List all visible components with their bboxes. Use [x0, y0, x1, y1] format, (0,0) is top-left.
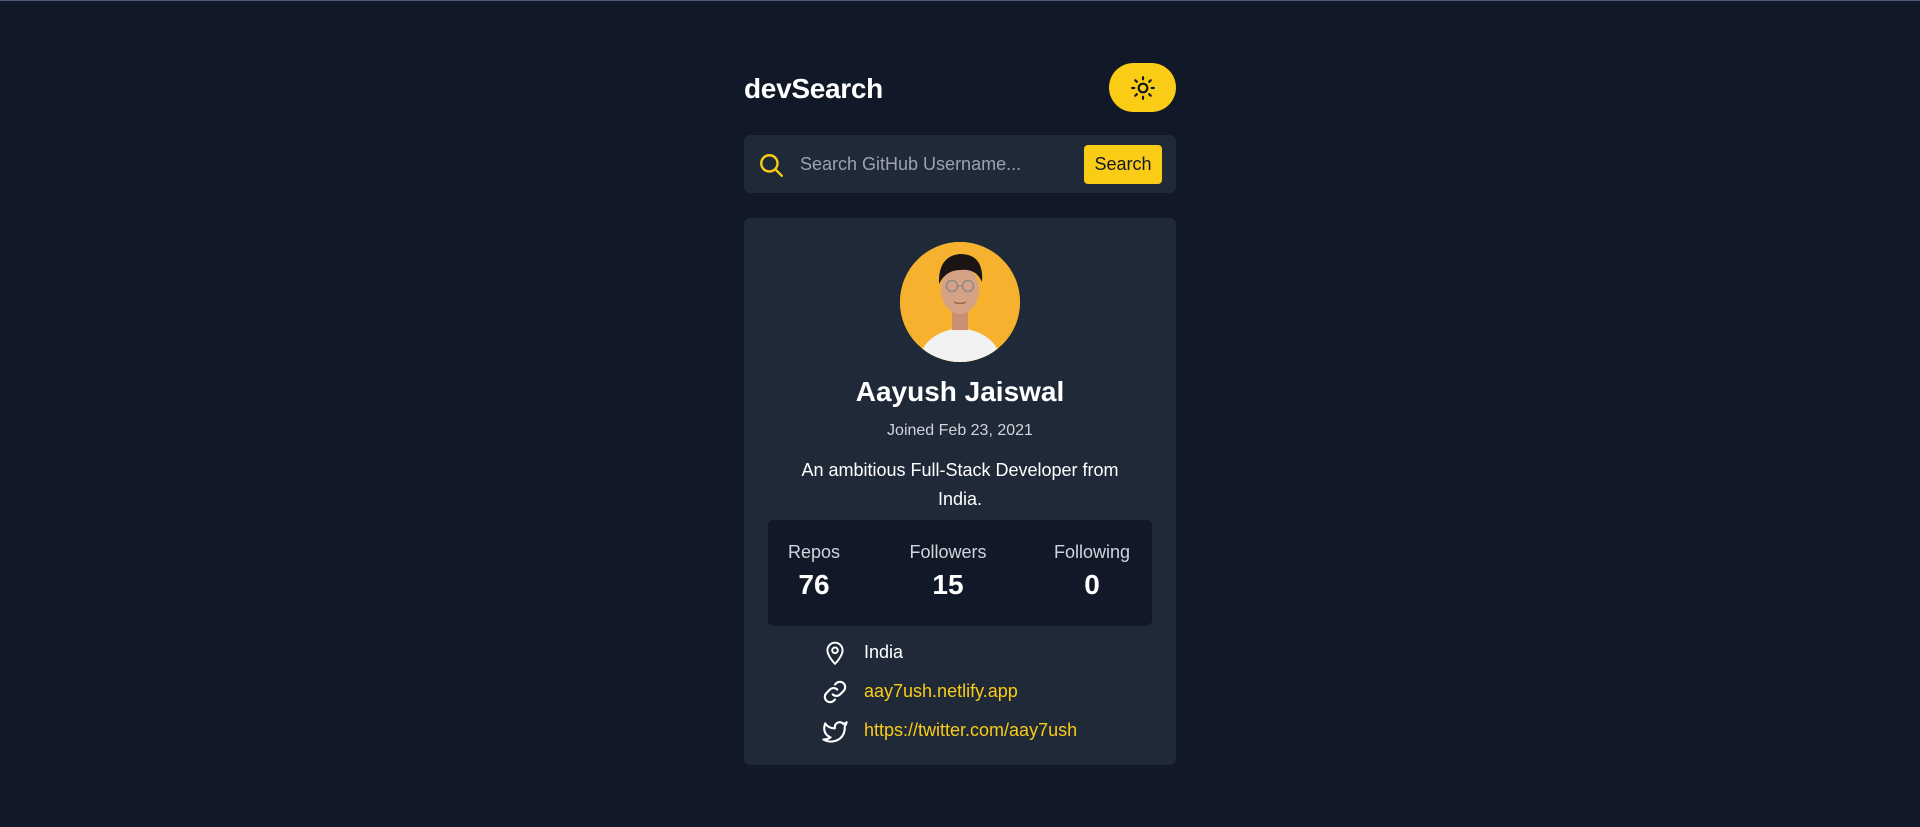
profile-name: Aayush Jaiswal [855, 376, 1065, 407]
stat-followers: Followers 15 [898, 542, 998, 601]
stats-panel: Repos 76 Followers 15 Following 0 [768, 520, 1152, 626]
brand-title: devSearch [744, 73, 883, 104]
link-icon [820, 677, 850, 707]
location-text: India [864, 642, 904, 662]
stat-repos: Repos 76 [786, 542, 842, 601]
twitter-icon [820, 716, 850, 746]
search-bar: Search [744, 135, 1176, 193]
avatar [900, 242, 1020, 362]
theme-toggle-button[interactable] [1109, 63, 1176, 112]
profile-card: Aayush Jaiswal Joined Feb 23, 2021 An am… [744, 218, 1176, 765]
website-link[interactable]: aay7ush.netlify.app [864, 681, 1018, 702]
joined-date: Joined Feb 23, 2021 [887, 422, 1033, 439]
stat-label: Followers [909, 542, 987, 562]
profile-bio: An ambitious Full-Stack Developer from I… [801, 460, 1119, 509]
website-row[interactable]: aay7ush.netlify.app [820, 672, 1160, 711]
search-icon [760, 154, 784, 178]
stat-label: Repos [787, 542, 841, 562]
stat-value: 0 [1084, 569, 1100, 600]
header: devSearch [744, 63, 1176, 113]
location-row: India [820, 633, 1160, 672]
stat-value: 15 [932, 569, 964, 600]
stat-following: Following 0 [1044, 542, 1140, 601]
twitter-link[interactable]: https://twitter.com/aay7ush [864, 720, 1077, 741]
stat-value: 76 [798, 569, 830, 600]
stat-label: Following [1053, 542, 1131, 562]
twitter-row[interactable]: https://twitter.com/aay7ush [820, 711, 1160, 750]
search-input[interactable] [800, 149, 1060, 179]
avatar-image [900, 242, 1020, 362]
search-button[interactable]: Search [1084, 145, 1162, 184]
profile-links: India aay7ush.netlify.app https://twitte… [820, 633, 1160, 750]
map-pin-icon [820, 638, 850, 668]
sun-icon [1130, 75, 1155, 100]
